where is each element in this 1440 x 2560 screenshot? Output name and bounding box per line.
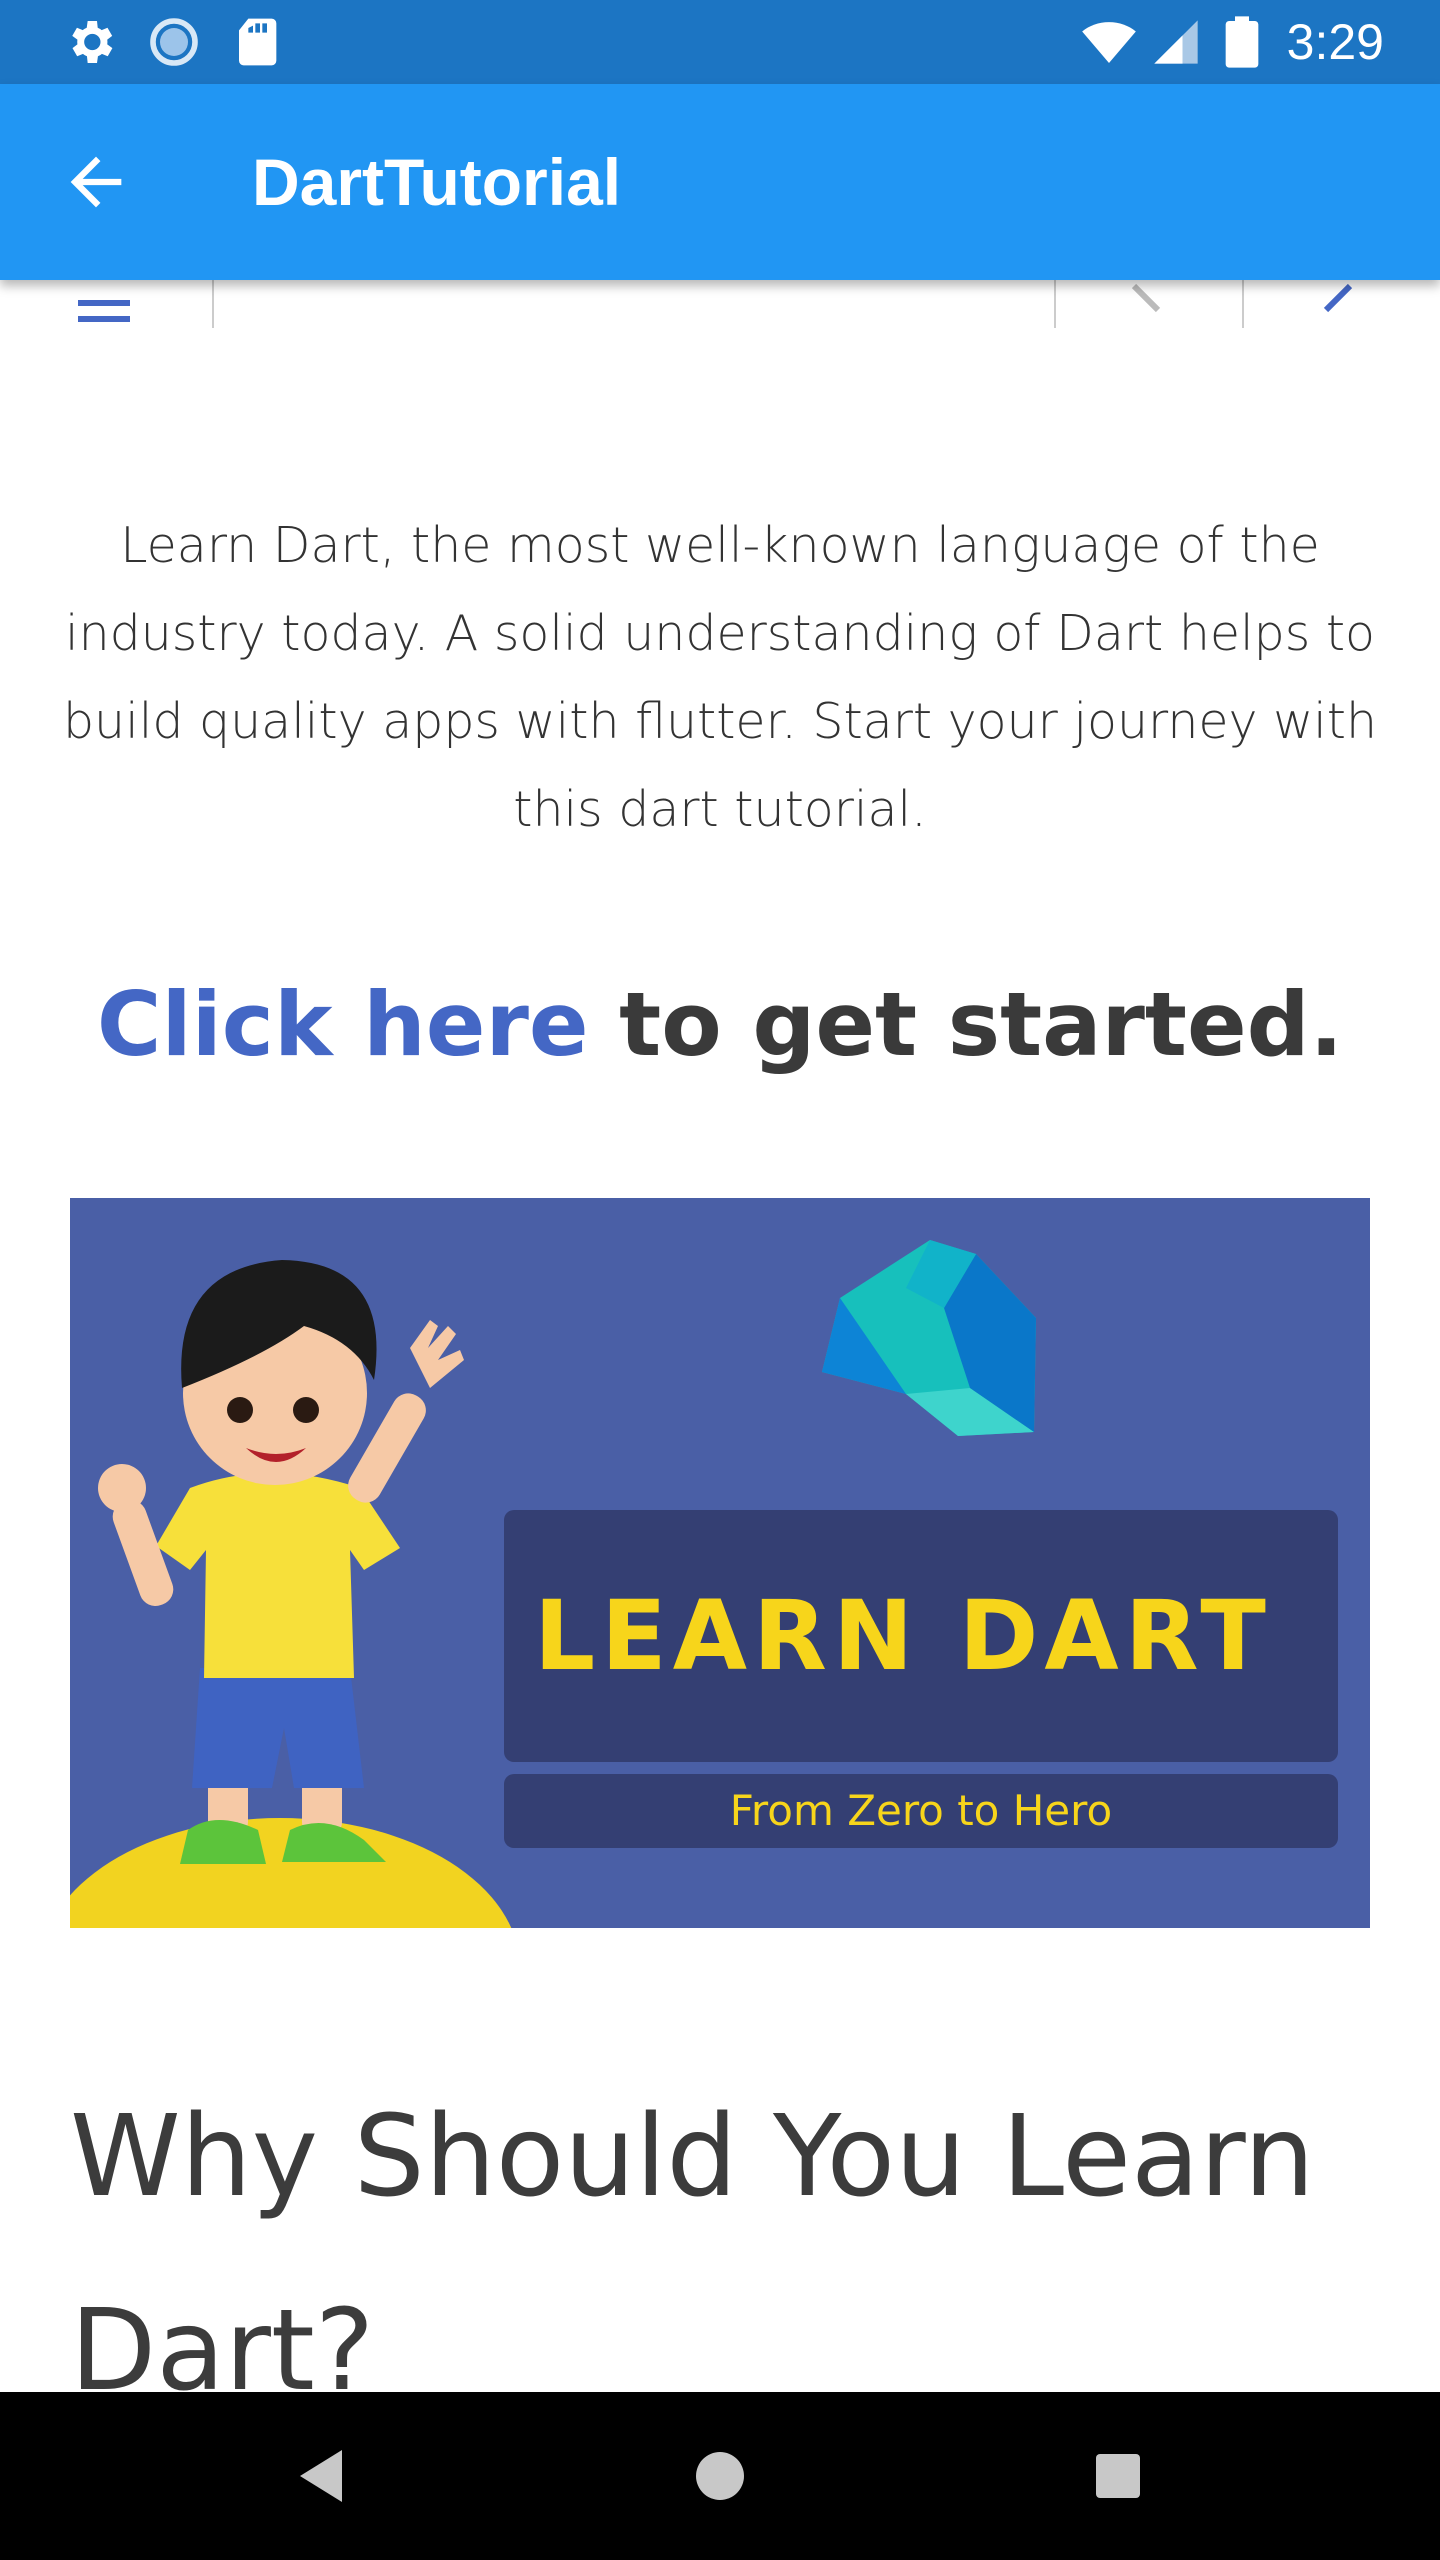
battery-icon [1225,16,1259,68]
settings-icon [72,21,113,63]
boy-illustration-icon [98,1260,464,1864]
banner-title: LEARN DART [534,1580,1272,1692]
arrow-back-icon[interactable] [58,144,134,220]
banner-title-box: LEARN DART [504,1510,1338,1762]
get-started-text: to get started. [588,973,1344,1076]
nav-divider [212,280,214,328]
nav-divider [1242,280,1244,328]
menu-icon[interactable] [78,290,130,324]
home-circle-icon[interactable] [680,2436,760,2516]
nav-divider [1054,280,1056,328]
click-here-link[interactable]: Click here [97,973,589,1076]
intro-paragraph: Learn Dart, the most well-known language… [62,517,1378,838]
app-title: DartTutorial [252,145,622,219]
cell-signal-icon [1154,20,1198,64]
section-heading: Why Should You Learn Dart? [70,2092,1315,2392]
back-triangle-icon[interactable] [282,2436,362,2516]
sync-icon [150,18,198,66]
status-bar: 3:29 [0,0,1440,84]
chevron-right-icon[interactable] [1310,280,1360,324]
chevron-left-icon[interactable] [1124,280,1174,324]
system-nav-bar [0,2392,1440,2560]
dart-logo-icon [822,1240,1036,1436]
learn-dart-banner: LEARN DART From Zero to Hero [70,1198,1370,1928]
app-bar: DartTutorial [0,84,1440,280]
get-started-line: Click here to get started. [14,970,1426,1080]
recents-square-icon[interactable] [1078,2436,1158,2516]
banner-subtitle-box: From Zero to Hero [504,1774,1338,1848]
wifi-icon [1082,22,1136,63]
banner-subtitle: From Zero to Hero [729,1786,1113,1835]
webview-content: Learn Dart, the most well-known language… [14,280,1426,2392]
status-time: 3:29 [1286,14,1384,70]
page-nav-strip [14,280,1426,340]
sd-card-icon [239,18,277,66]
